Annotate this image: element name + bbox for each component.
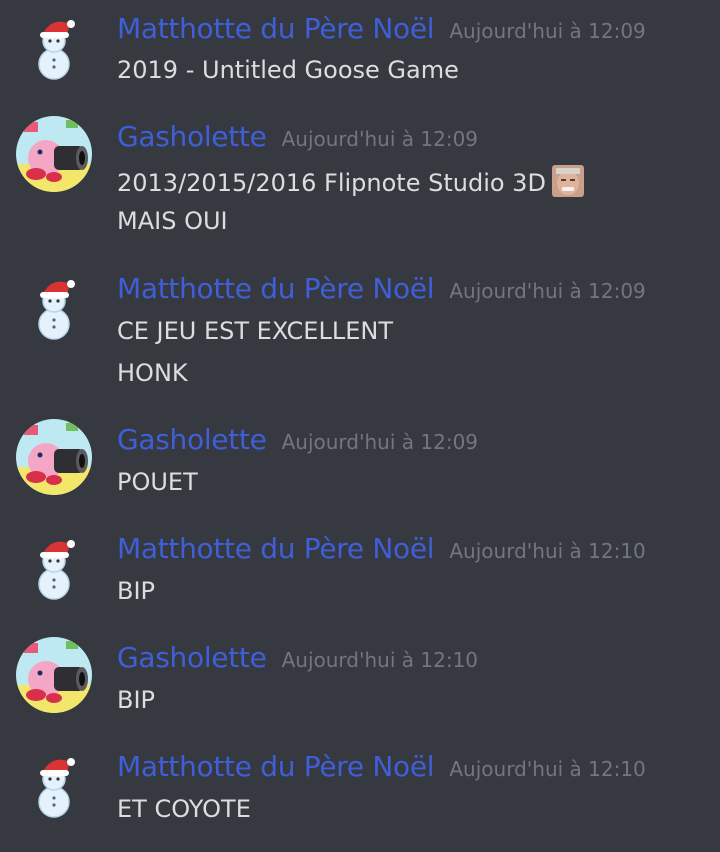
message-text: 2019 - Untitled Goose Game (117, 56, 459, 84)
chat-log: Matthotte du Père Noël Aujourd'hui à 12:… (0, 0, 720, 852)
message-text: BIP (117, 686, 156, 714)
author-name[interactable]: Matthotte du Père Noël (117, 12, 435, 45)
author-name[interactable]: Matthotte du Père Noël (117, 532, 435, 565)
snowman-santa-hat-icon[interactable] (30, 274, 80, 342)
message-text: BIP (117, 577, 156, 605)
message-text: MAIS OUI (117, 207, 228, 235)
message-header: Gasholette Aujourd'hui à 12:09 (117, 423, 478, 463)
author-name[interactable]: Matthotte du Père Noël (117, 750, 435, 783)
old-man-face-emoji-icon[interactable] (551, 165, 584, 197)
message-text-content: 2013/2015/2016 Flipnote Studio 3D (117, 169, 546, 197)
timestamp: Aujourd'hui à 12:09 (449, 279, 646, 303)
message-text: HONK (117, 359, 188, 387)
message-header: Matthotte du Père Noël Aujourd'hui à 12:… (117, 750, 646, 790)
message-header: Matthotte du Père Noël Aujourd'hui à 12:… (117, 532, 646, 572)
message-text: POUET (117, 468, 198, 496)
timestamp: Aujourd'hui à 12:10 (281, 648, 479, 672)
message-text: CE JEU EST EXCELLENT (117, 317, 393, 345)
snowman-santa-hat-icon[interactable] (30, 14, 80, 82)
kirby-cannon-icon[interactable] (16, 637, 92, 713)
snowman-santa-hat-icon[interactable] (30, 534, 80, 602)
message-header: Gasholette Aujourd'hui à 12:09 (117, 120, 478, 160)
timestamp: Aujourd'hui à 12:09 (449, 19, 646, 43)
message-text: 2013/2015/2016 Flipnote Studio 3D (117, 165, 584, 197)
message-header: Matthotte du Père Noël Aujourd'hui à 12:… (117, 12, 646, 52)
timestamp: Aujourd'hui à 12:09 (281, 430, 479, 454)
message-header: Matthotte du Père Noël Aujourd'hui à 12:… (117, 272, 646, 312)
author-name[interactable]: Gasholette (117, 641, 267, 674)
author-name[interactable]: Gasholette (117, 120, 267, 153)
timestamp: Aujourd'hui à 12:10 (449, 757, 646, 781)
message-header: Gasholette Aujourd'hui à 12:10 (117, 641, 478, 681)
message-text: ET COYOTE (117, 795, 251, 823)
kirby-cannon-icon[interactable] (16, 419, 92, 495)
timestamp: Aujourd'hui à 12:10 (449, 539, 646, 563)
kirby-cannon-icon[interactable] (16, 116, 92, 192)
author-name[interactable]: Gasholette (117, 423, 267, 456)
author-name[interactable]: Matthotte du Père Noël (117, 272, 435, 305)
timestamp: Aujourd'hui à 12:09 (281, 127, 479, 151)
snowman-santa-hat-icon[interactable] (30, 752, 80, 820)
